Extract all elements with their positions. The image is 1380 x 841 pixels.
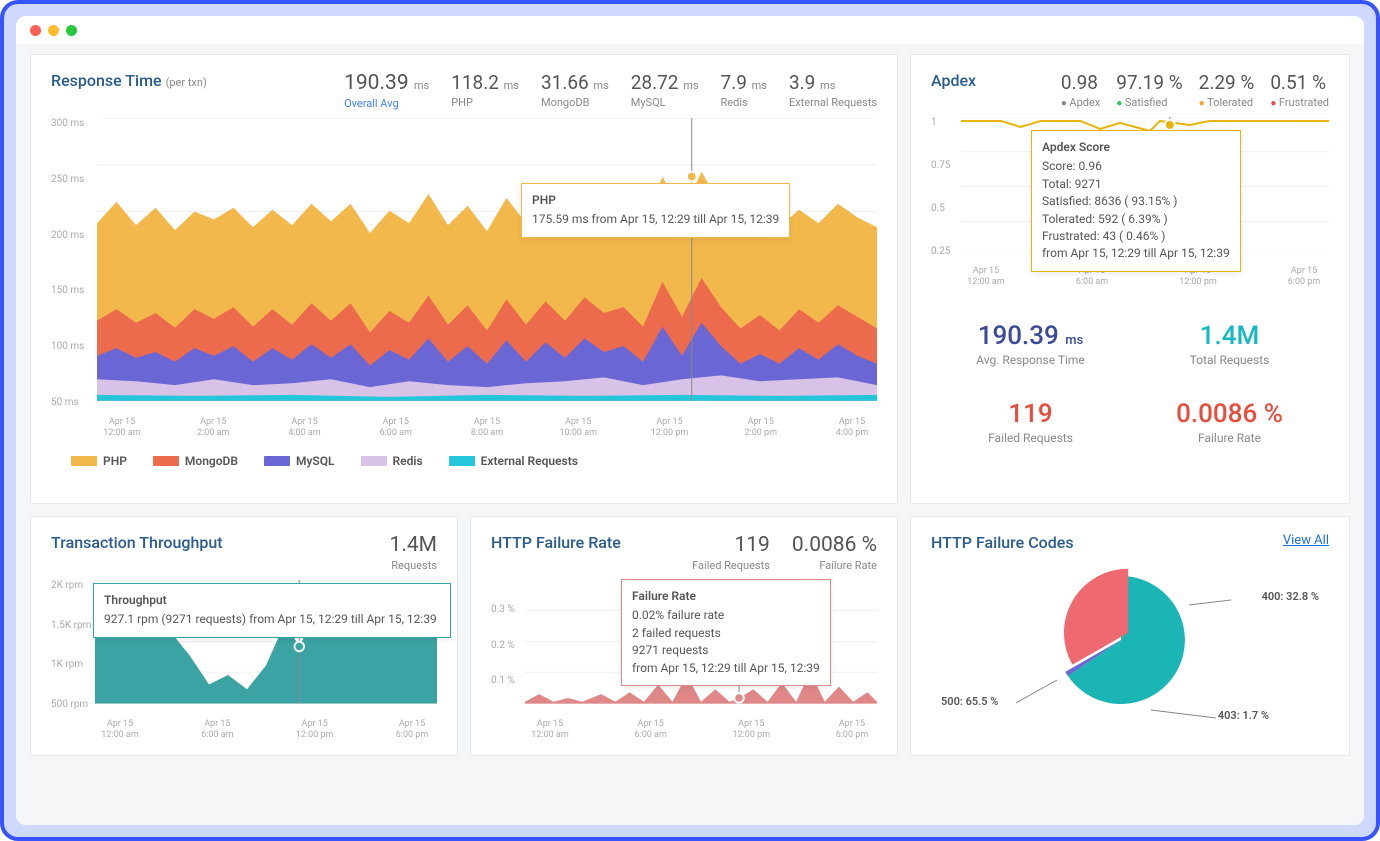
card-response-time: Response Time (per txn) 190.39 ms Overal… (30, 54, 898, 504)
response-time-stats: 190.39 ms Overall Avg 118.2 msPHP 31.66 … (344, 71, 877, 110)
failrate-y-axis: 0.3 %0.2 %0.1 % (491, 580, 525, 710)
card-apdex: Apdex 0.98Apdex 97.19 %Satisfied 2.29 %T… (910, 54, 1350, 504)
failcodes-pie[interactable]: 400: 32.8 % 403: 1.7 % 500: 65.5 % (931, 560, 1329, 730)
card-http-failure-codes: HTTP Failure Codes View All 400: 32.8 % … (910, 516, 1350, 756)
metric-total-requests: 1.4MTotal Requests (1130, 321, 1329, 367)
apdex-title: Apdex (931, 71, 976, 90)
failcodes-viewall-link[interactable]: View All (1283, 533, 1329, 548)
card-throughput: Transaction Throughput 1.4MRequests 2K r… (30, 516, 458, 756)
response-time-title: Response Time (per txn) (51, 71, 207, 90)
close-icon[interactable] (30, 25, 41, 36)
pie-label-403: 403: 1.7 % (1218, 709, 1269, 722)
legend-php[interactable]: PHP (71, 454, 127, 468)
response-time-svg (97, 118, 877, 401)
throughput-x-axis: Apr 1512:00 am Apr 156:00 am Apr 1512:00… (95, 719, 437, 742)
metric-failed-requests: 119Failed Requests (931, 399, 1130, 445)
legend-redis[interactable]: Redis (361, 454, 423, 468)
metric-failure-rate: 0.0086 %Failure Rate (1130, 399, 1329, 445)
failrate-x-axis: Apr 1512:00 am Apr 156:00 am Apr 1512:00… (525, 719, 877, 742)
apdex-tooltip: Apdex Score Score: 0.96 Total: 9271 Sati… (1031, 130, 1241, 272)
failrate-title: HTTP Failure Rate (491, 533, 621, 552)
legend-mysql[interactable]: MySQL (264, 454, 335, 468)
response-time-chart[interactable]: 300 ms250 ms200 ms150 ms100 ms50 ms (51, 118, 877, 408)
response-time-legend: PHP MongoDB MySQL Redis External Request… (51, 454, 877, 468)
window-titlebar (16, 16, 1364, 44)
throughput-tooltip: Throughput 927.1 rpm (9271 requests) fro… (93, 583, 451, 638)
pie-label-500: 500: 65.5 % (941, 695, 998, 708)
metric-avg-response: 190.39 msAvg. Response Time (931, 321, 1130, 367)
minimize-icon[interactable] (48, 25, 59, 36)
response-y-axis: 300 ms250 ms200 ms150 ms100 ms50 ms (51, 118, 97, 408)
app-window: Response Time (per txn) 190.39 ms Overal… (16, 16, 1364, 825)
apdex-y-axis: 10.750.50.25 (931, 117, 961, 257)
throughput-y-axis: 2K rpm1.5K rpm1K rpm500 rpm (51, 580, 95, 710)
apdex-big-metrics: 190.39 msAvg. Response Time 1.4MTotal Re… (931, 321, 1329, 445)
dashboard-grid: Response Time (per txn) 190.39 ms Overal… (16, 44, 1364, 825)
failcodes-title: HTTP Failure Codes (931, 533, 1074, 552)
failcodes-pie-svg (1041, 560, 1201, 720)
card-http-failure-rate: HTTP Failure Rate 119Failed Requests 0.0… (470, 516, 898, 756)
throughput-title: Transaction Throughput (51, 533, 223, 552)
maximize-icon[interactable] (66, 25, 77, 36)
legend-external[interactable]: External Requests (449, 454, 578, 468)
failrate-tooltip: Failure Rate 0.02% failure rate 2 failed… (621, 579, 831, 686)
legend-mongodb[interactable]: MongoDB (153, 454, 238, 468)
pie-label-400: 400: 32.8 % (1262, 590, 1319, 603)
response-x-axis: Apr 1512:00 am Apr 152:00 am Apr 154:00 … (97, 417, 877, 440)
app-frame: Response Time (per txn) 190.39 ms Overal… (0, 0, 1380, 841)
response-time-tooltip: PHP 175.59 ms from Apr 15, 12:29 till Ap… (521, 183, 790, 238)
